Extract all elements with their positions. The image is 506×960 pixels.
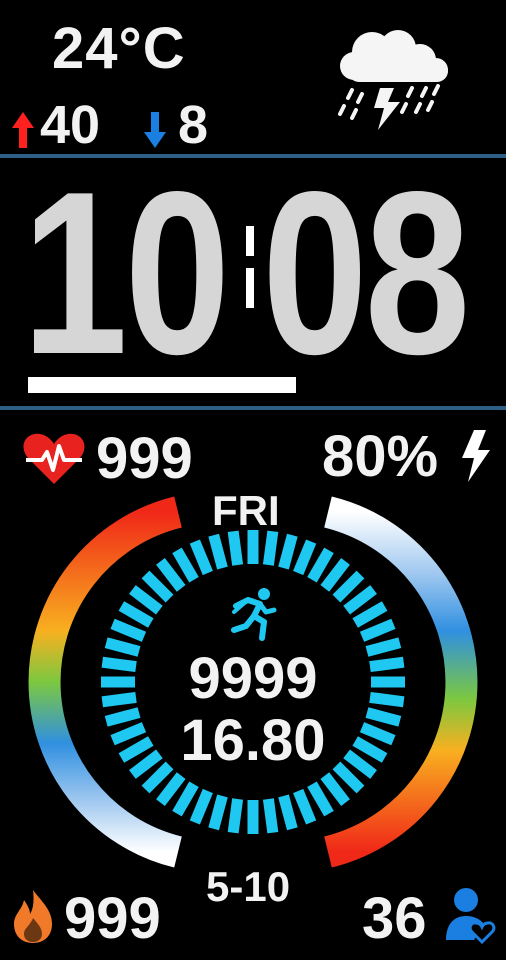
step-tick [208,533,228,570]
running-icon [231,588,277,641]
temperature-value: 24°C [52,16,186,81]
step-tick [262,798,279,834]
step-tick [156,772,186,806]
step-tick [110,618,147,642]
step-tick [262,530,279,566]
flame-icon [14,890,52,943]
step-tick [320,772,350,806]
step-tick [343,585,377,615]
step-tick [293,788,317,825]
step-tick [227,798,244,834]
step-tick [320,558,350,592]
step-tick [278,794,298,831]
thunderstorm-icon [338,30,448,130]
calories-value: 999 [64,886,161,951]
lightning-icon [462,430,490,482]
step-tick [172,781,199,817]
step-tick [307,781,334,817]
heart-rate-icon [23,433,85,484]
battery-value: 80% [322,424,439,489]
time-colon-bottom [246,268,254,308]
time-hour: 10 [22,144,230,403]
step-tick [141,570,174,603]
time-minute: 08 [262,144,470,403]
person-heart-icon [446,888,496,944]
seconds-progress-bar [28,377,296,393]
step-tick [156,558,186,592]
time-colon-top [246,226,254,256]
step-tick [208,794,228,831]
step-tick [359,618,396,642]
step-tick [352,601,388,628]
step-tick [278,533,298,570]
date-label: 5-10 [206,863,291,910]
middle-separator [0,406,506,410]
step-tick [332,570,365,603]
step-tick [307,547,334,583]
distance-value: 16.80 [180,708,326,773]
step-tick [293,539,317,576]
step-tick [189,539,213,576]
step-tick [118,601,154,628]
steps-value: 9999 [188,646,318,711]
step-tick [227,530,244,566]
step-tick [189,788,213,825]
step-tick [172,547,199,583]
friends-value: 36 [362,886,427,951]
step-tick [129,585,163,615]
